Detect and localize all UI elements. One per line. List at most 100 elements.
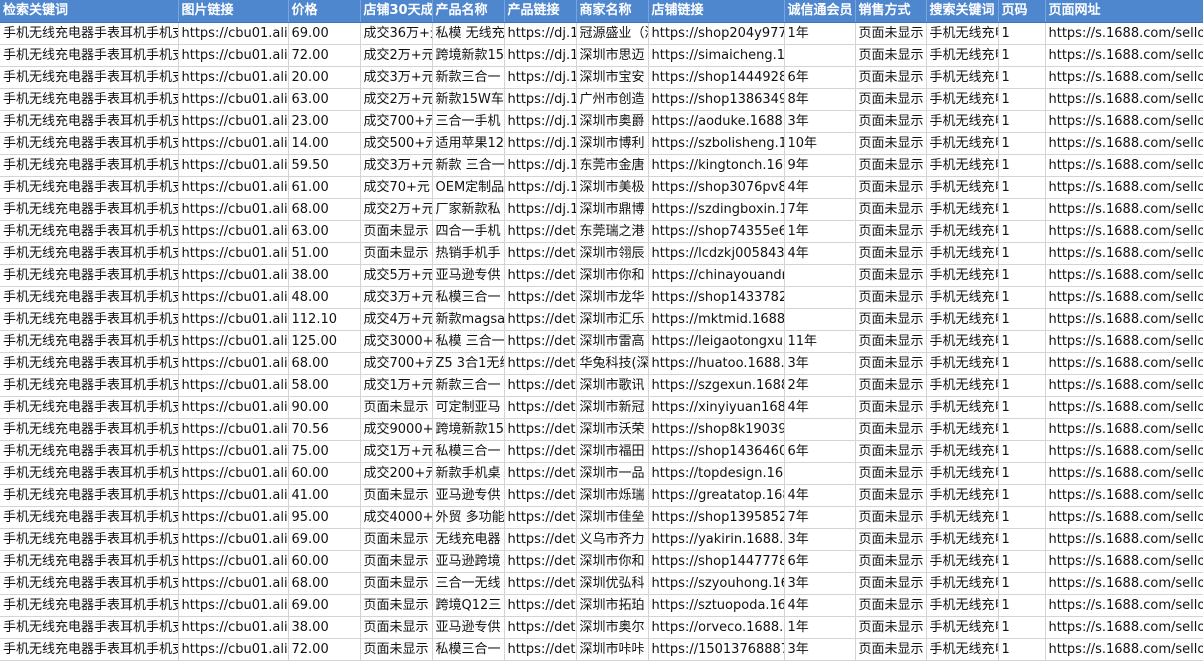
table-cell[interactable]: 深圳市咔咔 bbox=[576, 638, 649, 661]
table-cell[interactable]: 成交2万+元 bbox=[360, 88, 433, 111]
table-cell[interactable]: https://cbu01.alicdn.com bbox=[178, 330, 289, 353]
table-cell[interactable]: 63.00 bbox=[288, 220, 361, 243]
table-cell[interactable]: https://detail.1688 bbox=[504, 330, 577, 353]
table-cell[interactable]: 3年 bbox=[784, 528, 856, 551]
table-cell[interactable]: 深圳市美极 bbox=[576, 176, 649, 199]
table-cell[interactable]: 10年 bbox=[784, 132, 856, 155]
table-cell[interactable]: 东莞瑞之港 bbox=[576, 220, 649, 243]
table-cell[interactable] bbox=[784, 462, 856, 485]
table-cell[interactable]: https://detail.1688 bbox=[504, 440, 577, 463]
table-cell[interactable]: https://s.1688.com/selloffer bbox=[1045, 550, 1203, 573]
table-cell[interactable]: 手机无线充电器手表耳机手机支架 bbox=[0, 572, 179, 595]
table-cell[interactable]: 成交1万+元 bbox=[360, 440, 433, 463]
table-cell[interactable]: 亚马逊专供 bbox=[432, 484, 505, 507]
table-cell[interactable]: 1 bbox=[998, 352, 1046, 375]
table-cell[interactable]: 深圳市奥爵 bbox=[576, 110, 649, 133]
table-cell[interactable]: 1 bbox=[998, 308, 1046, 331]
table-cell[interactable]: https://s.1688.com/selloffer bbox=[1045, 154, 1203, 177]
table-cell[interactable]: 1 bbox=[998, 330, 1046, 353]
table-cell[interactable]: https://shop14477786 bbox=[648, 550, 785, 573]
table-cell[interactable]: https://greatatop.168 bbox=[648, 484, 785, 507]
table-cell[interactable]: 跨境Q12三 bbox=[432, 594, 505, 617]
table-cell[interactable]: https://dj.1688.com bbox=[504, 176, 577, 199]
table-cell[interactable]: 页面未显示 bbox=[855, 198, 927, 221]
table-cell[interactable]: 48.00 bbox=[288, 286, 361, 309]
table-cell[interactable]: https://cbu01.alicdn.com bbox=[178, 242, 289, 265]
table-cell[interactable]: 手机无线充电器手表耳机手机支架 bbox=[0, 220, 179, 243]
table-cell[interactable]: 手机无线充电器手表耳机手机支架 bbox=[0, 242, 179, 265]
table-cell[interactable]: https://detail.1688 bbox=[504, 352, 577, 375]
table-cell[interactable]: https://s.1688.com/selloffer bbox=[1045, 132, 1203, 155]
table-cell[interactable]: 1 bbox=[998, 264, 1046, 287]
table-cell[interactable]: https://s.1688.com/selloffer bbox=[1045, 198, 1203, 221]
table-cell[interactable]: 无线充电器 bbox=[432, 528, 505, 551]
table-cell[interactable]: 成交2万+元 bbox=[360, 44, 433, 67]
table-cell[interactable]: 页面未显示 bbox=[855, 396, 927, 419]
table-cell[interactable]: 38.00 bbox=[288, 616, 361, 639]
table-cell[interactable]: https://cbu01.alicdn.com bbox=[178, 132, 289, 155]
table-cell[interactable]: https://s.1688.com/selloffer bbox=[1045, 22, 1203, 45]
table-cell[interactable]: 1 bbox=[998, 506, 1046, 529]
table-cell[interactable]: 手机无线充电器手表耳机手机支架 bbox=[0, 66, 179, 89]
table-cell[interactable]: https://s.1688.com/selloffer bbox=[1045, 418, 1203, 441]
table-cell[interactable]: 手机无线充电器手表耳机手机支架 bbox=[0, 396, 179, 419]
table-cell[interactable]: https://s.1688.com/selloffer bbox=[1045, 110, 1203, 133]
column-header[interactable]: 图片链接 bbox=[178, 0, 289, 23]
table-cell[interactable]: 手机无线充电 bbox=[926, 220, 999, 243]
column-header[interactable]: 页码 bbox=[998, 0, 1046, 23]
table-cell[interactable] bbox=[784, 286, 856, 309]
table-cell[interactable]: 页面未显示 bbox=[855, 330, 927, 353]
table-cell[interactable]: 页面未显示 bbox=[360, 638, 433, 661]
table-cell[interactable]: 4年 bbox=[784, 594, 856, 617]
table-cell[interactable]: 手机无线充电 bbox=[926, 88, 999, 111]
table-cell[interactable]: 页面未显示 bbox=[855, 484, 927, 507]
table-cell[interactable]: 手机无线充电器手表耳机手机支架 bbox=[0, 352, 179, 375]
column-header[interactable]: 检索关键词 bbox=[0, 0, 179, 23]
table-cell[interactable]: https://cbu01.alicdn.com bbox=[178, 506, 289, 529]
table-cell[interactable]: 59.50 bbox=[288, 154, 361, 177]
table-cell[interactable]: 7年 bbox=[784, 198, 856, 221]
table-cell[interactable]: 手机无线充电器手表耳机手机支架 bbox=[0, 550, 179, 573]
table-cell[interactable]: 手机无线充电 bbox=[926, 44, 999, 67]
table-cell[interactable]: https://detail.1688 bbox=[504, 572, 577, 595]
table-cell[interactable]: 跨境新款15W bbox=[432, 44, 505, 67]
table-cell[interactable]: 成交5万+元 bbox=[360, 264, 433, 287]
table-cell[interactable]: https://s.1688.com/selloffer bbox=[1045, 352, 1203, 375]
table-cell[interactable]: https://s.1688.com/selloffer bbox=[1045, 286, 1203, 309]
table-cell[interactable]: https://dj.1688.com bbox=[504, 110, 577, 133]
table-cell[interactable]: https://cbu01.alicdn.com bbox=[178, 528, 289, 551]
table-cell[interactable]: https://kingtonch.168 bbox=[648, 154, 785, 177]
table-cell[interactable]: https://s.1688.com/selloffer bbox=[1045, 440, 1203, 463]
column-header[interactable]: 价格 bbox=[288, 0, 361, 23]
table-cell[interactable]: 手机无线充电 bbox=[926, 374, 999, 397]
table-cell[interactable]: 手机无线充电器手表耳机手机支架 bbox=[0, 330, 179, 353]
table-cell[interactable]: 成交4000+元 bbox=[360, 506, 433, 529]
table-cell[interactable]: https://s.1688.com/selloffer bbox=[1045, 484, 1203, 507]
table-cell[interactable]: 页面未显示 bbox=[855, 66, 927, 89]
table-cell[interactable]: https://s.1688.com/selloffer bbox=[1045, 396, 1203, 419]
table-cell[interactable]: 私模三合一 bbox=[432, 286, 505, 309]
table-cell[interactable]: 1 bbox=[998, 286, 1046, 309]
table-cell[interactable]: https://cbu01.alicdn.com bbox=[178, 396, 289, 419]
table-cell[interactable]: 新款magsafe bbox=[432, 308, 505, 331]
table-cell[interactable]: 新款手机桌 bbox=[432, 462, 505, 485]
table-cell[interactable]: https://cbu01.alicdn.com bbox=[178, 374, 289, 397]
table-cell[interactable]: 68.00 bbox=[288, 572, 361, 595]
table-cell[interactable]: 手机无线充电 bbox=[926, 572, 999, 595]
table-cell[interactable]: 成交700+元 bbox=[360, 352, 433, 375]
table-cell[interactable]: https://dj.1688.com bbox=[504, 154, 577, 177]
table-cell[interactable]: 页面未显示 bbox=[855, 176, 927, 199]
table-cell[interactable]: 3年 bbox=[784, 110, 856, 133]
table-cell[interactable]: 深圳市博利 bbox=[576, 132, 649, 155]
table-cell[interactable]: https://s.1688.com/selloffer bbox=[1045, 616, 1203, 639]
table-cell[interactable]: https://s.1688.com/selloffer bbox=[1045, 638, 1203, 661]
table-cell[interactable]: https://shop204y977 bbox=[648, 22, 785, 45]
table-cell[interactable]: 跨境新款15 bbox=[432, 418, 505, 441]
table-cell[interactable]: 手机无线充电 bbox=[926, 308, 999, 331]
table-cell[interactable]: https://szyouhong.16 bbox=[648, 572, 785, 595]
table-cell[interactable]: https://cbu01.alicdn.com bbox=[178, 484, 289, 507]
table-cell[interactable]: 72.00 bbox=[288, 44, 361, 67]
table-cell[interactable]: 深圳市烁瑞 bbox=[576, 484, 649, 507]
table-cell[interactable]: 三合一手机 bbox=[432, 110, 505, 133]
table-cell[interactable]: 三合一无线 bbox=[432, 572, 505, 595]
